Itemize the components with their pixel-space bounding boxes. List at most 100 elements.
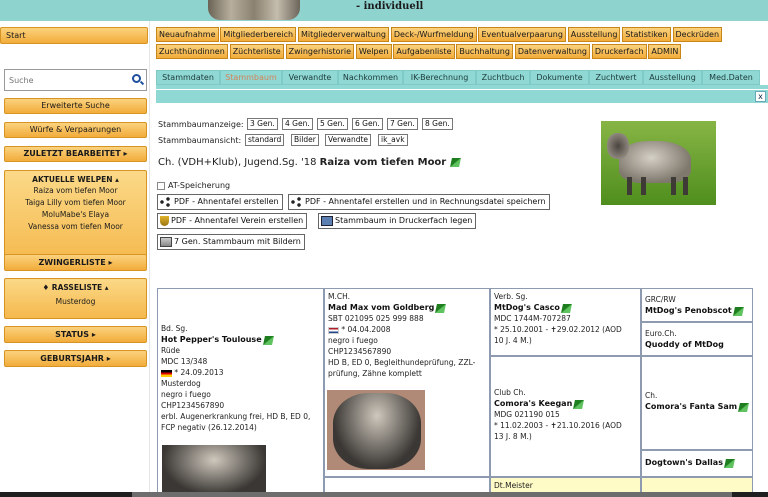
gen-8-button[interactable]: 8 Gen. xyxy=(422,118,453,130)
gggm2-name[interactable]: Dogtown's Dallas xyxy=(645,458,723,467)
menu-datenverwaltung[interactable]: Datenverwaltung xyxy=(514,44,590,59)
pedigree-gggf1-cell: GRC/RW MtDog's Penobscot xyxy=(641,288,753,322)
ggm-name[interactable]: Comora's Keegan xyxy=(494,399,572,408)
tab-dokumente[interactable]: Dokumente xyxy=(530,70,589,85)
tab-stammbaum[interactable]: Stammbaum xyxy=(220,70,282,85)
puppy-link[interactable]: Vanessa vom tiefen Moor xyxy=(5,221,146,233)
menu-mitgliederbereich[interactable]: Mitgliederbereich xyxy=(220,27,297,42)
edit-icon[interactable] xyxy=(732,306,744,316)
edit-icon[interactable] xyxy=(723,458,735,468)
edit-icon[interactable] xyxy=(262,335,274,345)
tab-verwandte[interactable]: Verwandte xyxy=(282,70,338,85)
seven-gen-pictures-button[interactable]: 7 Gen. Stammbaum mit Bildern xyxy=(157,234,305,250)
menu-zuechterliste[interactable]: Züchterliste xyxy=(229,44,284,59)
dog-title-prefix: Ch. (VDH+Klub), Jugend.Sg. '18 xyxy=(158,157,317,168)
kennel-list-button[interactable]: ZWINGERLISTE ▸ xyxy=(4,254,147,271)
horizontal-scrollbar[interactable] xyxy=(0,492,768,497)
menu-buchhaltung[interactable]: Buchhaltung xyxy=(456,44,513,59)
search-icon[interactable] xyxy=(132,74,141,83)
tab-ausstellung[interactable]: Ausstellung xyxy=(643,70,702,85)
sidebar: Start Erweiterte Suche Würfe & Verpaarun… xyxy=(0,21,150,497)
pdf-ahnentafel-rechnung-button[interactable]: PDF - Ahnentafel erstellen und in Rechnu… xyxy=(288,194,550,210)
breed-list-title[interactable]: ♦ RASSELISTE ▴ xyxy=(5,279,146,293)
edit-icon[interactable] xyxy=(560,303,572,313)
puppy-link[interactable]: MoluMabe's Elaya xyxy=(5,209,146,221)
edit-icon[interactable] xyxy=(450,157,462,167)
menu-zwingerhistorie[interactable]: Zwingerhistorie xyxy=(285,44,354,59)
gen-7-button[interactable]: 7 Gen. xyxy=(387,118,418,130)
stammbaum-druckerfach-button[interactable]: Stammbaum in Druckerfach legen xyxy=(318,213,477,229)
pedigree-father-cell: Bd. Sg. Hot Pepper's Toulouse Rüde MDC 1… xyxy=(157,288,324,497)
advanced-search-button[interactable]: Erweiterte Suche xyxy=(4,98,147,114)
dog-name: Raiza vom tiefen Moor xyxy=(319,157,447,168)
recently-edited-button[interactable]: ZULETZT BEARBEITET ▸ xyxy=(4,146,147,162)
search-field[interactable] xyxy=(4,69,147,91)
header-dog-image xyxy=(208,0,300,20)
pdf-ahnentafel-verein-button[interactable]: PDF - Ahnentafel Verein erstellen xyxy=(157,213,308,229)
tab-zuchtwert[interactable]: Zuchtwert xyxy=(589,70,643,85)
generations-label: Stammbaumanzeige: xyxy=(158,120,244,129)
birth-year-button[interactable]: GEBURTSJAHR ▸ xyxy=(4,350,147,367)
menu-eventualverpaarung[interactable]: Eventualverpaarung xyxy=(478,27,566,42)
tab-panel-strip xyxy=(156,90,768,103)
menu-zuchthuendinnen[interactable]: Zuchthündinnen xyxy=(156,44,228,59)
view-verwandte-button[interactable]: Verwandte xyxy=(325,134,372,146)
gggf2-name[interactable]: Comora's Fanta Sam xyxy=(645,402,737,411)
menu-aufgabenliste[interactable]: Aufgabenliste xyxy=(393,44,455,59)
edit-icon[interactable] xyxy=(573,399,585,409)
start-button[interactable]: Start xyxy=(0,27,148,44)
view-standard-button[interactable]: standard xyxy=(245,134,285,146)
breed-list-box: ♦ RASSELISTE ▴ Musterdog xyxy=(4,278,147,319)
gen-5-button[interactable]: 5 Gen. xyxy=(317,118,348,130)
edit-icon[interactable] xyxy=(435,303,447,313)
status-button[interactable]: STATUS ▸ xyxy=(4,326,147,343)
gen-4-button[interactable]: 4 Gen. xyxy=(282,118,313,130)
at-speicherung-checkbox[interactable] xyxy=(157,181,165,190)
view-label: Stammbaumansicht: xyxy=(158,136,242,145)
father-title: Bd. Sg. xyxy=(161,324,188,333)
pedigree-table: Bd. Sg. Hot Pepper's Toulouse Rüde MDC 1… xyxy=(157,288,753,497)
father-photo xyxy=(162,445,266,495)
menu-statistiken[interactable]: Statistiken xyxy=(622,27,671,42)
pedigree-ggm-cell: Club Ch. Comora's Keegan MDG 021190 015 … xyxy=(490,356,641,477)
current-puppies-title[interactable]: AKTUELLE WELPEN ▴ xyxy=(5,171,146,185)
menu-admin[interactable]: ADMIN xyxy=(648,44,682,59)
menu-mitgliederverwaltung[interactable]: Mitgliederverwaltung xyxy=(298,27,389,42)
gggf1-name[interactable]: MtDog's Penobscot xyxy=(645,306,732,315)
puppy-link[interactable]: Raiza vom tiefen Moor xyxy=(5,185,146,197)
pedigree-grandfather-cell: M.CH. Mad Max vom Goldberg SBT 021095 02… xyxy=(324,288,490,477)
breed-link[interactable]: Musterdog xyxy=(5,296,146,308)
edit-icon[interactable] xyxy=(738,402,750,412)
menu-deck-wurfmeldung[interactable]: Deck-/Wurfmeldung xyxy=(390,27,477,42)
gen-3-button[interactable]: 3 Gen. xyxy=(247,118,278,130)
search-input[interactable] xyxy=(5,70,125,90)
menu-deckrueden[interactable]: Deckrüden xyxy=(672,27,723,42)
header-subtitle: - individuell xyxy=(356,1,424,12)
puppy-link[interactable]: Taiga Lilly vom tiefen Moor xyxy=(5,197,146,209)
close-button[interactable]: x xyxy=(755,91,766,102)
tab-zuchtbuch[interactable]: Zuchtbuch xyxy=(476,70,530,85)
tab-med-daten[interactable]: Med.Daten xyxy=(702,70,760,85)
gen-6-button[interactable]: 6 Gen. xyxy=(352,118,383,130)
at-speicherung-label: AT-Speicherung xyxy=(168,181,231,190)
view-bilder-button[interactable]: Bilder xyxy=(291,134,319,146)
father-name[interactable]: Hot Pepper's Toulouse xyxy=(161,335,262,344)
menu-welpen[interactable]: Welpen xyxy=(355,44,392,59)
gggm1-name[interactable]: Quoddy of MtDog xyxy=(645,340,724,349)
at-speicherung-row[interactable]: AT-Speicherung xyxy=(157,181,230,190)
ggf-name[interactable]: MtDog's Casco xyxy=(494,303,560,312)
tab-nachkommen[interactable]: Nachkommen xyxy=(338,70,403,85)
pdf-ahnentafel-button[interactable]: PDF - Ahnentafel erstellen xyxy=(157,194,283,210)
view-ik-avk-button[interactable]: ik_avk xyxy=(378,134,408,146)
menu-druckerfach[interactable]: Druckerfach xyxy=(591,44,647,59)
litters-button[interactable]: Würfe & Verpaarungen xyxy=(4,122,147,138)
tab-stammdaten[interactable]: Stammdaten xyxy=(156,70,220,85)
dog-photo xyxy=(601,121,716,205)
menu-ausstellung[interactable]: Ausstellung xyxy=(567,27,621,42)
pedigree-icon xyxy=(160,196,172,207)
scrollbar-thumb[interactable] xyxy=(132,492,732,497)
menu-neuaufnahme[interactable]: Neuaufnahme xyxy=(156,27,219,42)
tab-ik-berechnung[interactable]: IK-Berechnung xyxy=(403,70,476,85)
grandfather-name[interactable]: Mad Max vom Goldberg xyxy=(328,303,434,312)
pedigree-gggf2-cell: Ch. Comora's Fanta Sam xyxy=(641,356,753,450)
